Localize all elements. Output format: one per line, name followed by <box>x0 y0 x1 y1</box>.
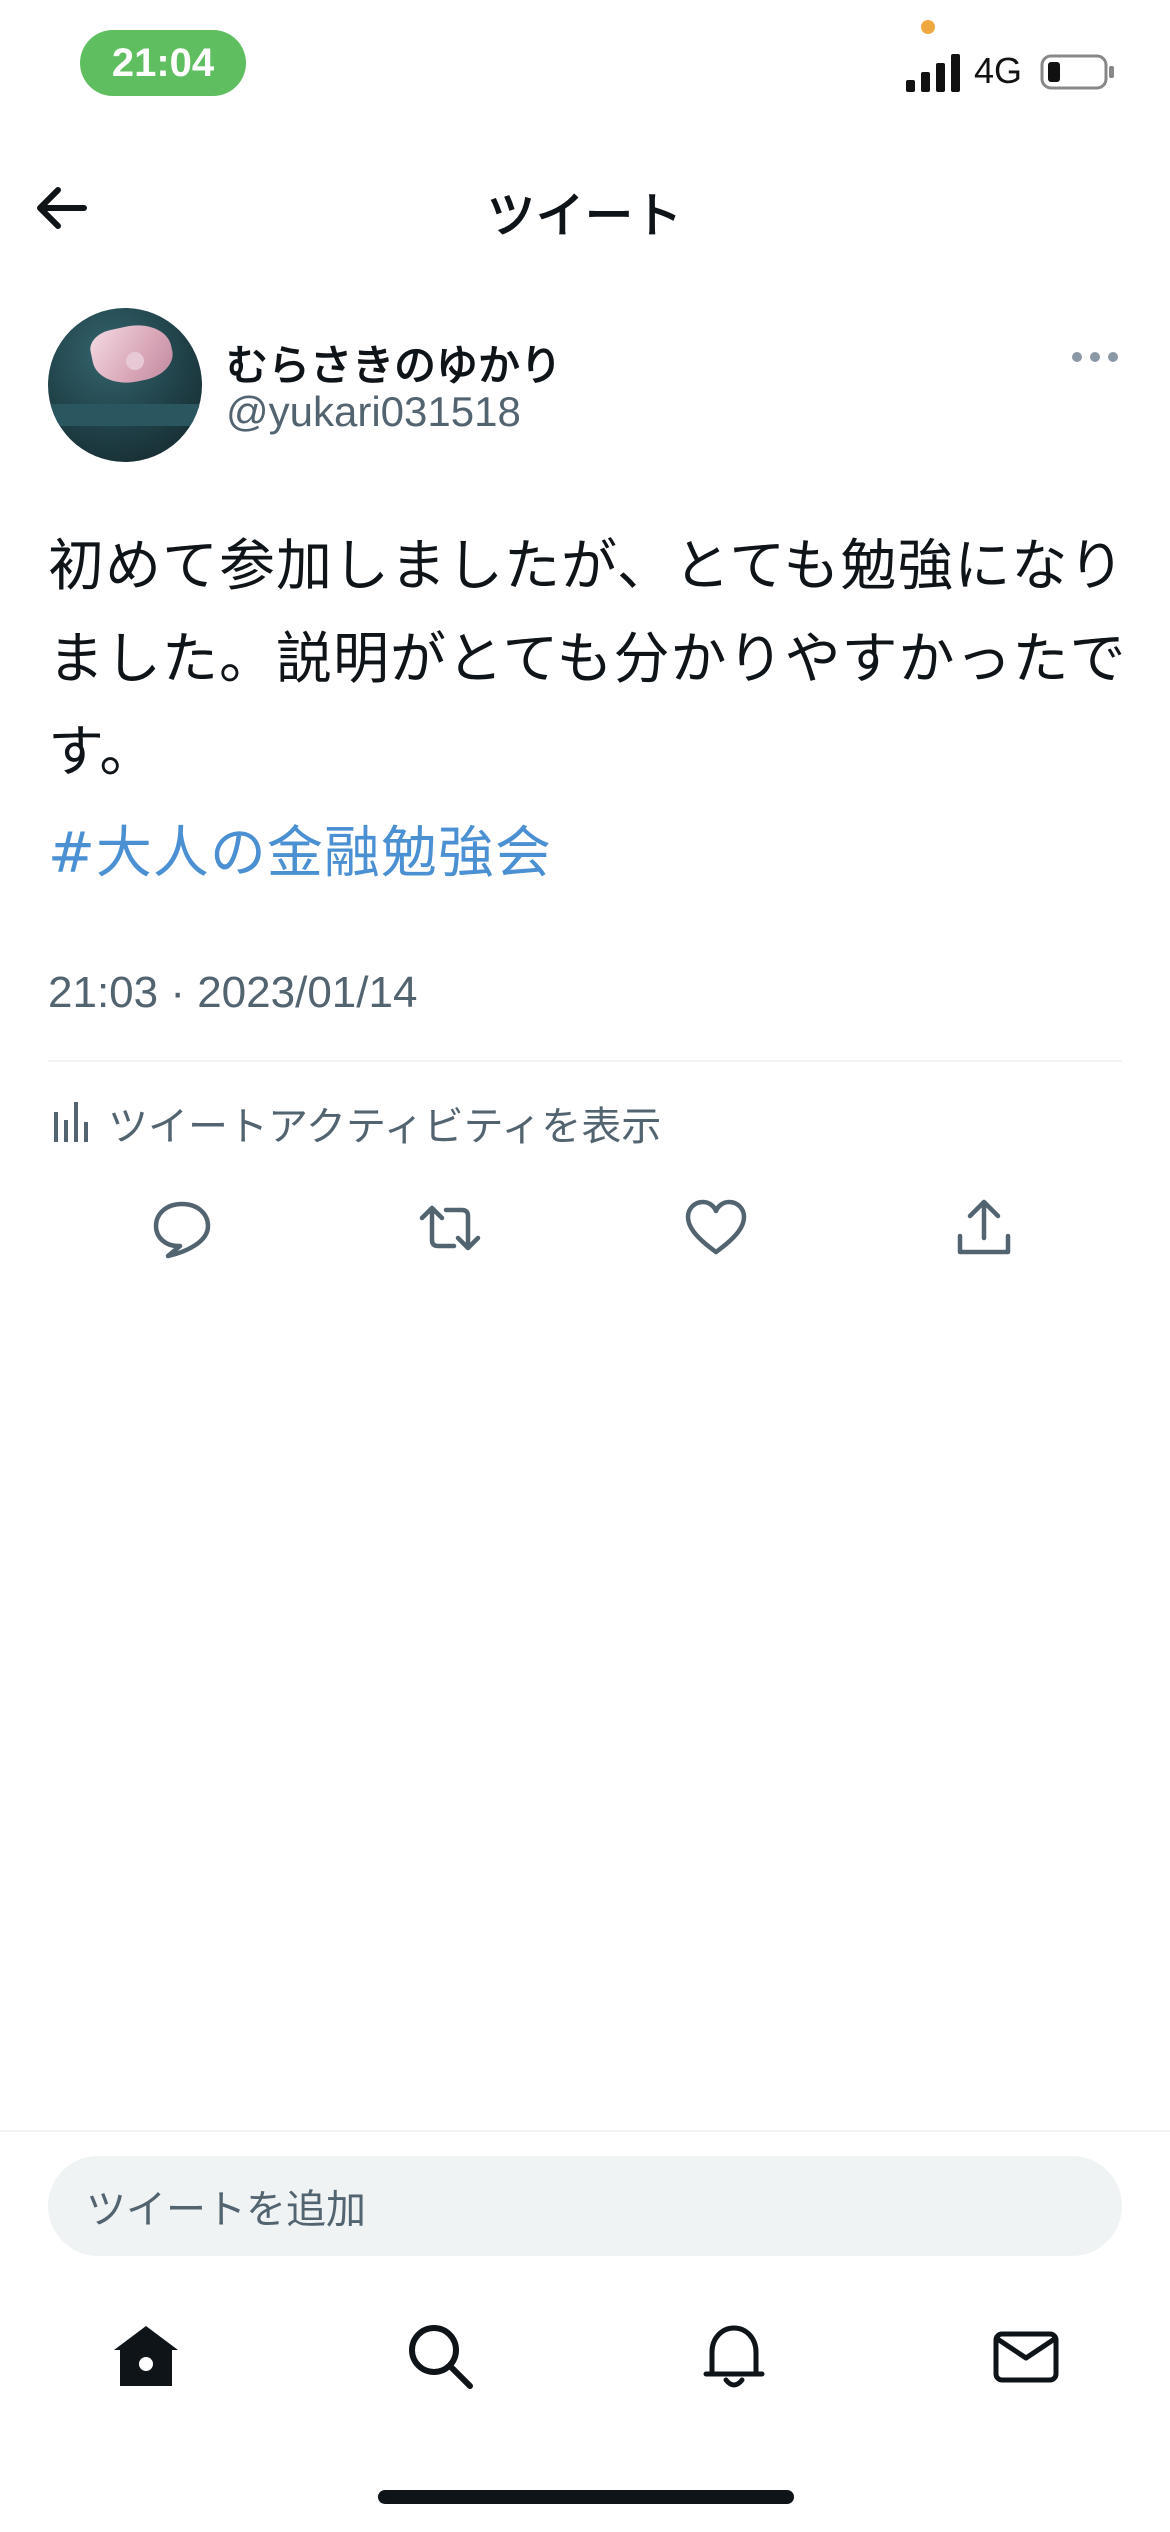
tweet-activity-link[interactable]: ツイートアクティビティを表示 <box>108 1094 661 1152</box>
author-display-name[interactable]: むらさきのゆかり <box>226 332 562 393</box>
avatar[interactable] <box>48 308 202 462</box>
analytics-icon[interactable] <box>52 1098 92 1142</box>
author-handle[interactable]: @yukari031518 <box>226 388 521 436</box>
reply-input[interactable]: ツイートを追加 <box>48 2156 1122 2256</box>
status-time: 21:04 <box>80 30 246 96</box>
retweet-icon[interactable] <box>418 1196 482 1260</box>
messages-icon[interactable] <box>990 2320 1062 2392</box>
page-title: ツイート <box>486 188 683 244</box>
tweet-text: 初めて参加しましたが、とても勉強になりました。説明がとても分かりやすかったです。 <box>48 534 1127 785</box>
notifications-icon[interactable] <box>698 2320 770 2392</box>
divider <box>0 2130 1170 2132</box>
signal-icon <box>906 54 960 92</box>
divider <box>48 1060 1122 1062</box>
tweet-timestamp: 21:03 · 2023/01/14 <box>48 968 418 1017</box>
like-icon[interactable] <box>684 1196 748 1260</box>
home-indicator <box>378 2490 794 2504</box>
more-options-icon[interactable] <box>1072 346 1118 368</box>
network-type: 4G <box>974 50 1023 91</box>
reply-icon[interactable] <box>150 1196 214 1260</box>
search-icon[interactable] <box>404 2320 476 2392</box>
home-icon[interactable] <box>110 2320 182 2392</box>
share-icon[interactable] <box>952 1196 1016 1260</box>
privacy-indicator-dot <box>921 20 935 34</box>
hashtag-link[interactable]: #大人の金融勉強会 <box>48 808 552 889</box>
battery-icon <box>1040 54 1114 90</box>
